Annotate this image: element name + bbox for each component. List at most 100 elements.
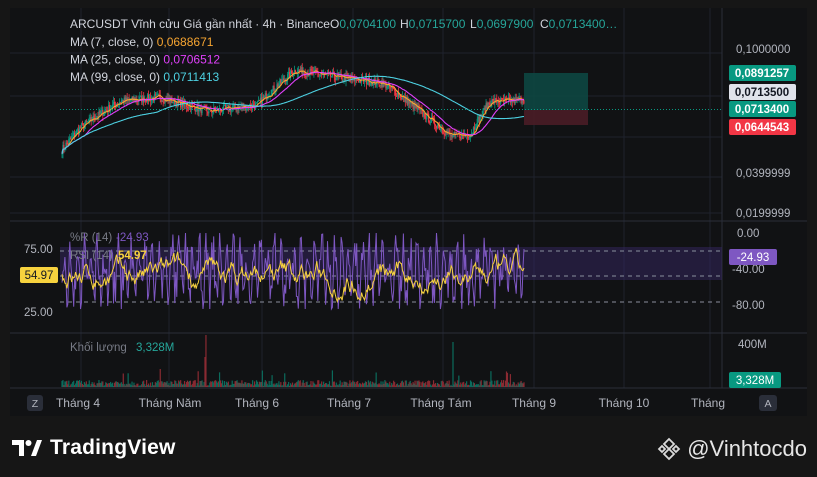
time-label: Tháng 6 bbox=[235, 396, 279, 410]
candle-body bbox=[100, 111, 102, 114]
candle-body bbox=[113, 101, 116, 105]
wr-tick: -40.00 bbox=[732, 264, 765, 276]
candle-body bbox=[434, 124, 437, 127]
ohlc-o: O0,0704100 bbox=[330, 17, 396, 31]
chart-frame: ARCUSDT Vĩnh cửu Giá gần nhất · 4h · Bin… bbox=[10, 8, 807, 416]
symbol-line: ARCUSDT Vĩnh cửu Giá gần nhất · 4h · Bin… bbox=[70, 17, 330, 31]
candle-body bbox=[443, 133, 445, 135]
volume-bar bbox=[452, 342, 454, 387]
candle-body bbox=[195, 111, 197, 112]
candle-body bbox=[330, 76, 333, 78]
ma-legend-item[interactable]: MA (25, close, 0) 0,0706512 bbox=[70, 53, 220, 67]
price-badge-take-profit: 0,0891257 bbox=[729, 65, 796, 81]
candle-body bbox=[374, 78, 376, 85]
candle-body bbox=[120, 100, 122, 103]
candle-body bbox=[63, 144, 65, 149]
volume-label: Khối lượng bbox=[70, 342, 127, 354]
ohlc-values: O0,0704100 H0,0715700 L0,0697900 C0,0713400… bbox=[330, 17, 617, 31]
candle-body bbox=[335, 78, 337, 81]
candle-body bbox=[366, 82, 369, 85]
volume-badge: 3,328M bbox=[729, 372, 781, 388]
ma-25-line bbox=[61, 71, 525, 154]
tradingview-logo-icon bbox=[12, 440, 42, 456]
volume-bar bbox=[197, 371, 199, 387]
badge-text: 0,0644543 bbox=[735, 122, 789, 134]
time-label: Tháng 4 bbox=[56, 396, 100, 410]
candle-body bbox=[386, 87, 388, 89]
candle-body bbox=[162, 100, 164, 102]
badge-text: -24.93 bbox=[737, 252, 770, 264]
candle-body bbox=[191, 104, 193, 106]
chart-canvas[interactable]: ARCUSDT Vĩnh cửu Giá gần nhất · 4h · Bin… bbox=[10, 8, 807, 416]
candle-body bbox=[395, 90, 397, 96]
candle-body bbox=[471, 132, 474, 134]
badge-text: 54.97 bbox=[25, 270, 54, 282]
candle-body bbox=[310, 69, 312, 71]
candle-body bbox=[290, 70, 293, 74]
take-profit-zone[interactable] bbox=[524, 73, 588, 110]
badge-text: 0,0713400 bbox=[735, 104, 789, 116]
time-label: Tháng 7 bbox=[327, 396, 371, 410]
candle-body bbox=[71, 136, 73, 139]
tradingview-logo[interactable]: TradingView bbox=[12, 436, 176, 460]
volume-bar bbox=[205, 335, 207, 387]
wr-right-badge: -24.93 bbox=[729, 249, 777, 265]
candle-body bbox=[294, 70, 297, 74]
candle-body bbox=[342, 79, 344, 81]
candle-body bbox=[474, 128, 476, 130]
candle-body bbox=[126, 97, 128, 100]
candle-body bbox=[72, 135, 74, 137]
price-badge-last: 0,0713400 bbox=[729, 101, 796, 117]
a-button[interactable]: A bbox=[759, 395, 777, 411]
candle-body bbox=[221, 110, 224, 113]
price-tick: 0,0199999 bbox=[736, 208, 790, 220]
ohlc-l: L0,0697900 bbox=[470, 17, 534, 31]
author-credit: @Vinhtocdo bbox=[657, 436, 807, 462]
rsi-left-badge: 54.97 bbox=[20, 267, 58, 283]
ma-legend-item[interactable]: MA (99, close, 0) 0,0711413 bbox=[70, 70, 220, 84]
rsi-label: RSI (14) bbox=[70, 250, 113, 262]
binance-icon bbox=[657, 437, 681, 461]
candle-body bbox=[452, 135, 454, 138]
rsi-tick: 25.00 bbox=[24, 307, 53, 319]
candle-body bbox=[523, 101, 525, 103]
rsi-tick: 75.00 bbox=[24, 244, 53, 256]
badge-text: 3,328M bbox=[736, 375, 774, 387]
candle-body bbox=[461, 133, 463, 139]
z-button-label: Z bbox=[32, 398, 39, 410]
candle-body bbox=[273, 85, 275, 91]
time-label: Tháng 9 bbox=[512, 396, 556, 410]
candle-body bbox=[263, 95, 265, 98]
rsi-value: 54.97 bbox=[118, 250, 147, 262]
ma-legend[interactable]: MA (7, close, 0) 0,0688671 MA (25, close,… bbox=[70, 35, 220, 84]
ma-99-line bbox=[61, 75, 525, 154]
candle-body bbox=[298, 69, 300, 71]
candle-body bbox=[502, 98, 504, 100]
candle-body bbox=[468, 137, 471, 139]
author-handle: @Vinhtocdo bbox=[687, 436, 807, 461]
wr-tick: 0.00 bbox=[737, 228, 759, 240]
brand-name: TradingView bbox=[50, 436, 176, 459]
volume-bar bbox=[523, 382, 525, 387]
candle-body bbox=[172, 102, 174, 104]
candle-body bbox=[255, 102, 258, 104]
time-label: Tháng bbox=[691, 396, 725, 410]
time-label: Tháng Năm bbox=[139, 396, 202, 410]
volume-bar bbox=[261, 370, 263, 387]
volume-bars bbox=[61, 335, 525, 387]
candle-body bbox=[375, 84, 377, 86]
z-button[interactable]: Z bbox=[27, 395, 43, 411]
ohlc-c: C0,0713400… bbox=[540, 17, 617, 31]
price-badge-entry: 0,0713500 bbox=[729, 84, 796, 100]
candle-body bbox=[256, 100, 259, 103]
candle-body bbox=[129, 100, 131, 102]
volume-bar bbox=[509, 374, 511, 387]
badge-text: 0,0713500 bbox=[735, 87, 789, 99]
stop-loss-zone[interactable] bbox=[524, 110, 588, 125]
candle-body bbox=[369, 84, 371, 86]
badge-text: 0,0891257 bbox=[735, 68, 789, 80]
volume-tick: 400M bbox=[738, 339, 767, 351]
ma-legend-item[interactable]: MA (7, close, 0) 0,0688671 bbox=[70, 35, 214, 49]
candle-body bbox=[232, 105, 234, 108]
wr-label: %R (14) bbox=[70, 232, 112, 244]
